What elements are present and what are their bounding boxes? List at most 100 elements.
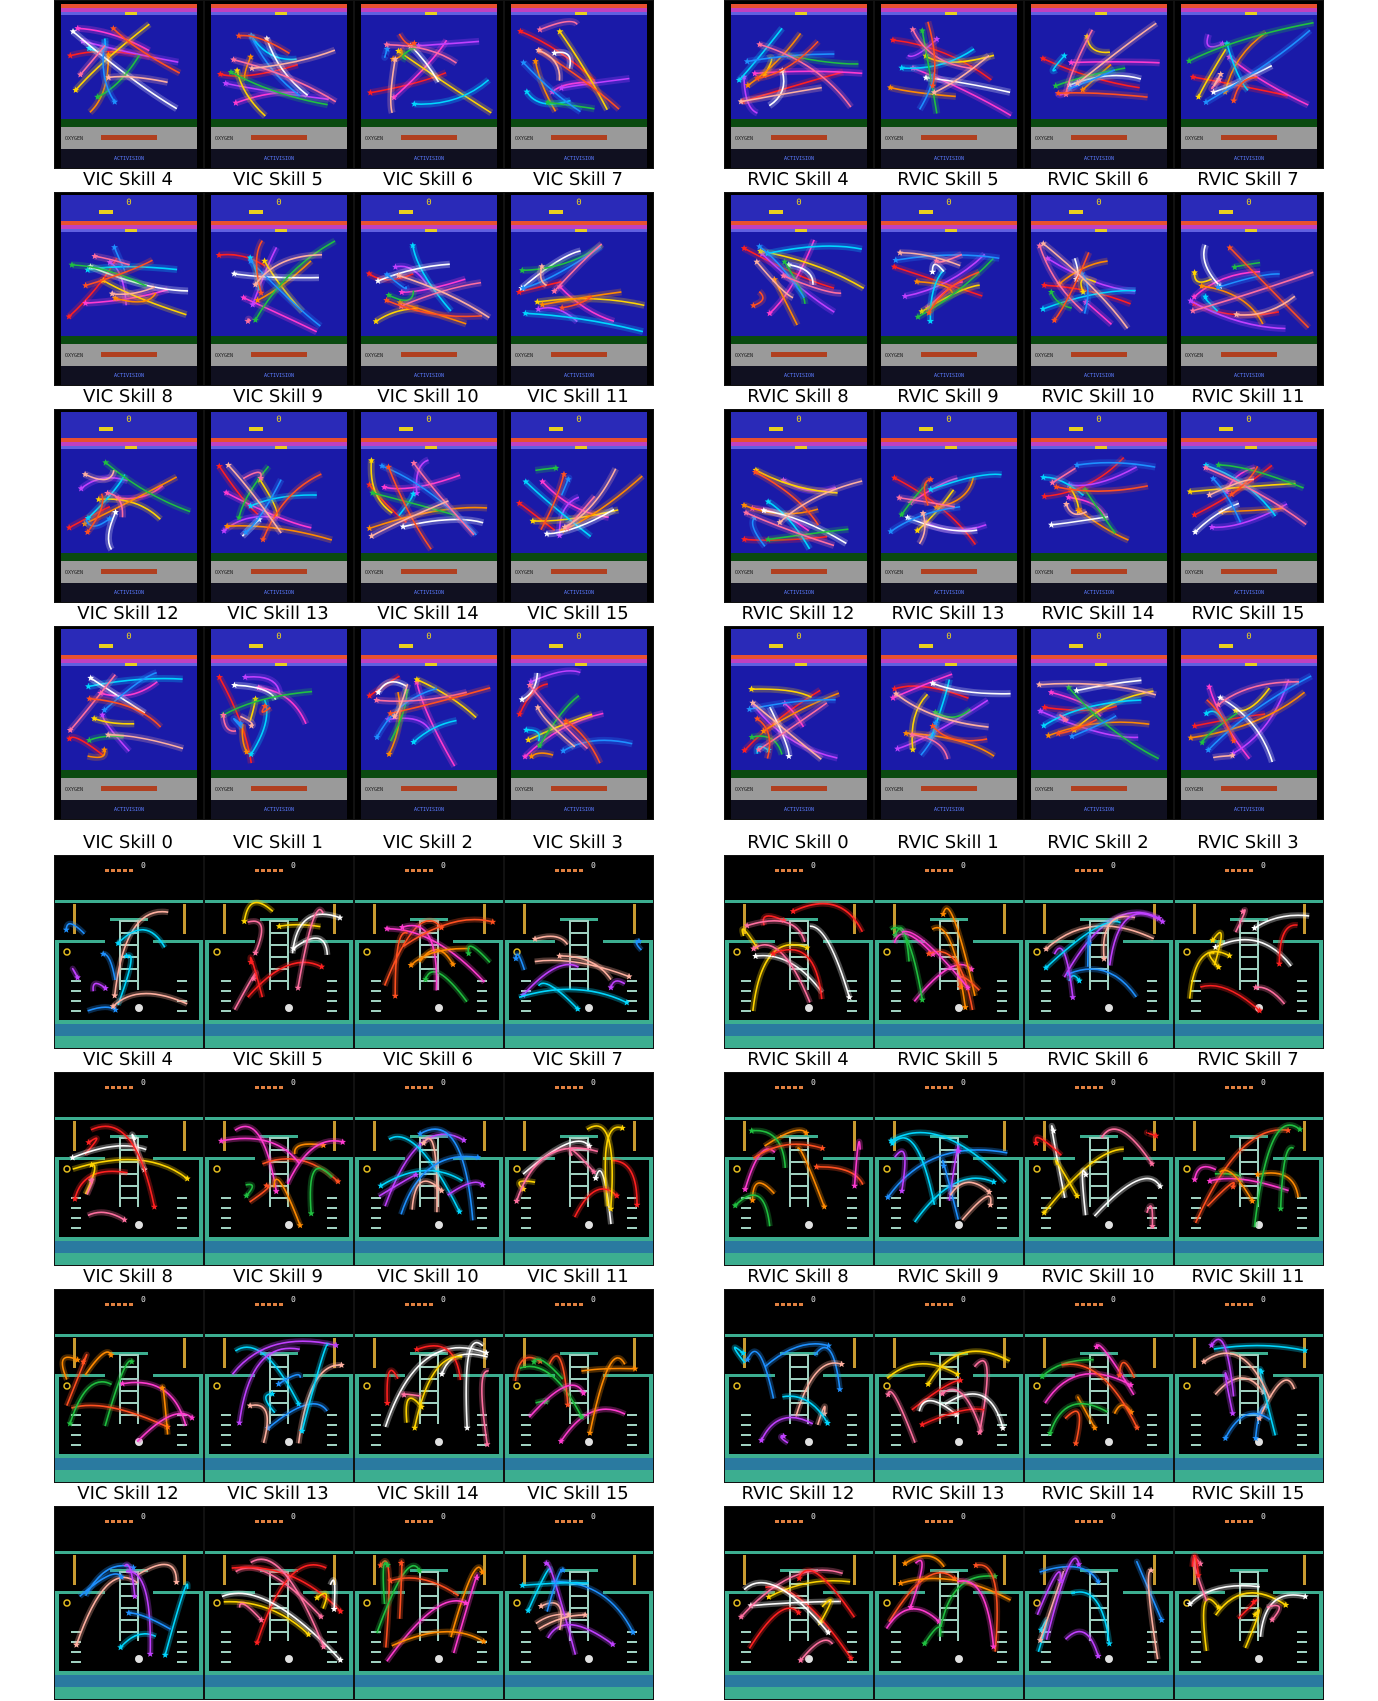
skill-label: RVIC Skill 2	[1047, 832, 1149, 853]
skull-icon	[805, 1004, 813, 1012]
skill-label: VIC Skill 8	[83, 1266, 173, 1287]
score-readout: 0	[441, 861, 446, 870]
montezuma-rvic-panel: 0	[724, 1072, 874, 1266]
life-icon	[405, 1086, 409, 1089]
life-icon	[931, 1303, 935, 1306]
skill-label: VIC Skill 7	[533, 1049, 623, 1070]
score-readout: 0	[1261, 1295, 1266, 1304]
life-icon	[775, 1086, 779, 1089]
score-readout: 0	[1096, 415, 1101, 425]
life-icon	[129, 1303, 133, 1306]
life-icon	[255, 1303, 259, 1306]
life-icon	[405, 1303, 409, 1306]
skull-icon	[805, 1221, 813, 1229]
skill-label: RVIC Skill 8	[747, 1266, 849, 1287]
life-icon	[573, 1303, 577, 1306]
activision-logo: ACTIVISION	[264, 807, 294, 813]
score-readout: 0	[796, 415, 801, 425]
oxygen-label: OXYGEN	[515, 353, 533, 359]
score-readout: 0	[961, 1078, 966, 1087]
subs-remaining-icon	[99, 427, 113, 431]
life-icon	[279, 1520, 283, 1523]
life-icon	[931, 869, 935, 872]
life-icon	[273, 869, 277, 872]
score-readout: 0	[1261, 861, 1266, 870]
player-sub-icon	[425, 446, 437, 449]
skill-label: RVIC Skill 1	[897, 832, 999, 853]
skill-label: RVIC Skill 7	[1197, 1049, 1299, 1070]
player-sub-icon	[575, 446, 587, 449]
life-icon	[1081, 1303, 1085, 1306]
ladder	[1089, 1137, 1091, 1207]
life-icon	[561, 869, 565, 872]
life-icon	[429, 869, 433, 872]
player-sub-icon	[1245, 12, 1257, 15]
oxygen-label: OXYGEN	[65, 787, 83, 793]
montezuma-rvic-panel: 0	[1024, 1506, 1174, 1700]
life-icon	[1249, 1520, 1253, 1523]
player-sub-icon	[795, 229, 807, 232]
activision-logo: ACTIVISION	[1084, 807, 1114, 813]
ladder	[1089, 1571, 1091, 1641]
seaquest-vic-panel: 0 OXYGEN ACTIVISION	[54, 192, 204, 386]
seaquest-vic-panel: OXYGEN ACTIVISION	[354, 0, 504, 169]
skill-label: RVIC Skill 10	[1041, 1266, 1155, 1287]
activision-logo: ACTIVISION	[934, 590, 964, 596]
oxygen-bar	[1071, 569, 1127, 574]
life-icon	[429, 1303, 433, 1306]
life-icon	[429, 1086, 433, 1089]
oxygen-label: OXYGEN	[215, 570, 233, 576]
score-readout: 0	[576, 198, 581, 208]
life-icon	[273, 1520, 277, 1523]
activision-logo: ACTIVISION	[1234, 590, 1264, 596]
score-readout: 0	[961, 1512, 966, 1521]
subs-remaining-icon	[919, 210, 933, 214]
skull-icon	[435, 1221, 443, 1229]
score-readout: 0	[946, 632, 951, 642]
life-icon	[117, 869, 121, 872]
life-icon	[105, 869, 109, 872]
activision-logo: ACTIVISION	[564, 156, 594, 162]
skill-label: RVIC Skill 12	[741, 603, 855, 624]
skill-label: VIC Skill 11	[527, 1266, 629, 1287]
activision-logo: ACTIVISION	[784, 156, 814, 162]
life-icon	[1081, 869, 1085, 872]
score-readout: 0	[1246, 198, 1251, 208]
skull-icon	[135, 1655, 143, 1663]
player-sub-icon	[1095, 229, 1107, 232]
skill-label: RVIC Skill 6	[1047, 1049, 1149, 1070]
oxygen-label: OXYGEN	[885, 787, 903, 793]
life-icon	[417, 1303, 421, 1306]
oxygen-bar	[1071, 352, 1127, 357]
seaquest-rvic-panel: OXYGEN ACTIVISION	[874, 0, 1024, 169]
oxygen-label: OXYGEN	[1185, 570, 1203, 576]
life-icon	[123, 1520, 127, 1523]
life-icon	[1243, 1303, 1247, 1306]
life-icon	[1099, 869, 1103, 872]
skull-icon	[585, 1004, 593, 1012]
player-sub-icon	[125, 229, 137, 232]
life-icon	[417, 869, 421, 872]
skull-icon	[435, 1004, 443, 1012]
life-icon	[405, 1520, 409, 1523]
life-icon	[1237, 1303, 1241, 1306]
score-readout: 0	[141, 1078, 146, 1087]
player-sub-icon	[795, 12, 807, 15]
life-icon	[267, 1303, 271, 1306]
skull-icon	[285, 1004, 293, 1012]
player-sub-icon	[125, 12, 137, 15]
life-icon	[1099, 1303, 1103, 1306]
subs-remaining-icon	[549, 210, 563, 214]
subs-remaining-icon	[99, 644, 113, 648]
skill-label: VIC Skill 5	[233, 169, 323, 190]
oxygen-bar	[251, 786, 307, 791]
activision-logo: ACTIVISION	[1084, 590, 1114, 596]
subs-remaining-icon	[399, 644, 413, 648]
oxygen-bar	[1221, 569, 1277, 574]
subs-remaining-icon	[919, 427, 933, 431]
player-sub-icon	[425, 12, 437, 15]
oxygen-bar	[771, 786, 827, 791]
skull-icon	[135, 1004, 143, 1012]
skill-label: RVIC Skill 14	[1041, 603, 1155, 624]
montezuma-vic-panel: 0	[504, 1506, 654, 1700]
